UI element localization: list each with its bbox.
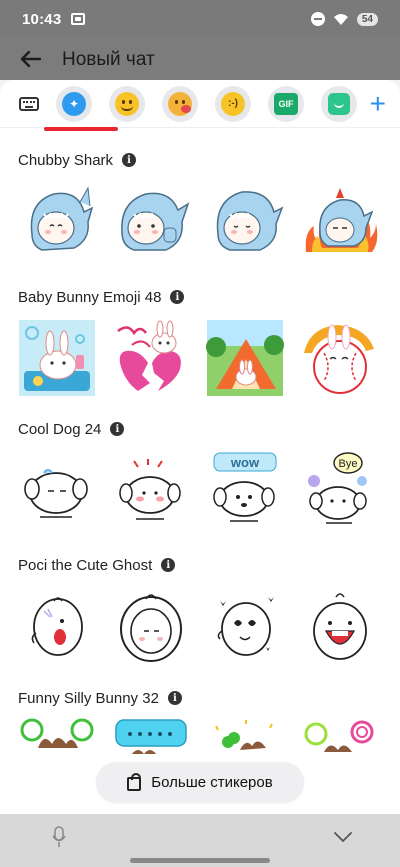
sticker-dog-sweat[interactable] [18, 451, 96, 529]
sticker-bunny-bath[interactable] [18, 319, 96, 397]
pack-title: Chubby Shark [18, 151, 114, 169]
battery-badge: 54 [356, 12, 378, 26]
tab-smile-emoji[interactable] [109, 85, 145, 122]
app-header: Новый чат [0, 38, 400, 80]
pack-header: Chubby Shark i [0, 150, 400, 170]
status-right: 54 [310, 12, 378, 26]
sticker-shark-fire[interactable] [300, 182, 378, 260]
sticker-shark-thumbs-up[interactable] [112, 182, 190, 260]
sticker-silly-bunny-swirl[interactable] [300, 718, 378, 758]
sticker-ghost-love[interactable] [206, 587, 284, 665]
pack-header: Poci the Cute Ghost i [0, 555, 400, 575]
sticker-dog-wow[interactable]: wow [206, 451, 284, 529]
sticker-pack: Funny Silly Bunny 32 i [0, 688, 400, 758]
pack-title: Funny Silly Bunny 32 [18, 689, 159, 707]
pack-header: Funny Silly Bunny 32 i [0, 688, 400, 708]
text-emoji-icon: :-) [221, 91, 245, 116]
more-stickers-label: Больше стикеров [151, 773, 273, 791]
sad-emoji-icon [168, 91, 192, 116]
info-icon[interactable]: i [167, 691, 182, 705]
sticker-row [0, 182, 400, 260]
wifi-icon [333, 14, 348, 25]
sticker-pack: Cool Dog 24 i wow Bye [0, 419, 400, 529]
sticker-ghost-shock[interactable] [18, 587, 96, 665]
sticker-bunny-tent[interactable] [206, 319, 284, 397]
sticker-tab-bar: ✦ :-) GIF + [0, 80, 400, 131]
home-handle[interactable] [130, 858, 270, 863]
status-bar: 10:43 54 [0, 0, 400, 38]
add-sticker-pack-button[interactable]: + [370, 90, 386, 118]
chevron-down-icon[interactable] [334, 830, 352, 844]
sticker-dog-blush[interactable] [112, 451, 190, 529]
pack-header: Baby Bunny Emoji 48 i [0, 287, 400, 307]
sticker-pack: Chubby Shark i [0, 150, 400, 260]
tab-gif[interactable]: GIF [268, 85, 304, 122]
back-button[interactable] [18, 47, 42, 71]
sticker-shark-wave[interactable] [18, 182, 96, 260]
sticker-store-icon: ✦ [62, 91, 86, 116]
sticker-ghost-hood[interactable] [112, 587, 190, 665]
sticker-dog-bye-text: Bye [339, 458, 358, 470]
screenshot-icon [71, 13, 86, 25]
sticker-silly-bunny-bush[interactable] [18, 718, 96, 758]
info-icon[interactable]: i [122, 153, 137, 167]
pack-title: Cool Dog 24 [18, 420, 102, 438]
keyboard-icon [19, 96, 39, 111]
pack-header: Cool Dog 24 i [0, 419, 400, 439]
sticker-row [0, 319, 400, 397]
sticker-dog-wow-text: wow [230, 455, 260, 470]
tab-sticker-store[interactable]: ✦ [56, 85, 92, 122]
tab-text-emoji[interactable]: :-) [215, 85, 251, 122]
tab-keyboard[interactable] [16, 86, 42, 122]
gif-icon: GIF [274, 92, 298, 115]
active-tab-indicator [44, 127, 118, 131]
sticker-silly-bunny-typing[interactable] [112, 718, 190, 758]
custom-sticker-icon [328, 92, 350, 115]
sticker-panel: ✦ :-) GIF + Chubby Shark i Baby Bunny Em… [0, 80, 400, 814]
page-title: Новый чат [62, 49, 155, 70]
tab-sad-emoji[interactable] [162, 85, 198, 122]
keyboard-toolbar [0, 814, 400, 867]
sticker-bunny-broken-heart[interactable] [112, 319, 190, 397]
pack-title: Poci the Cute Ghost [18, 556, 153, 574]
smile-emoji-icon [115, 91, 139, 116]
status-time: 10:43 [22, 10, 62, 28]
info-icon[interactable]: i [161, 558, 176, 572]
pack-title: Baby Bunny Emoji 48 [18, 288, 162, 306]
sticker-pack: Baby Bunny Emoji 48 i [0, 287, 400, 397]
sticker-row [0, 718, 400, 758]
microphone-icon[interactable] [52, 826, 66, 848]
info-icon[interactable]: i [110, 422, 125, 436]
sticker-dog-bye[interactable]: Bye [300, 451, 378, 529]
back-arrow-icon [20, 50, 41, 68]
tab-custom-sticker[interactable] [321, 85, 357, 122]
info-icon[interactable]: i [170, 290, 185, 304]
sticker-silly-bunny-clover[interactable] [206, 718, 284, 758]
sticker-shark-hood[interactable] [206, 182, 284, 260]
sticker-row: wow Bye [0, 451, 400, 529]
sticker-bunny-baseball[interactable] [300, 319, 378, 397]
more-stickers-button[interactable]: Больше стикеров [96, 762, 304, 802]
do-not-disturb-icon [310, 12, 325, 26]
sticker-row [0, 587, 400, 665]
sticker-ghost-laugh[interactable] [300, 587, 378, 665]
shopping-bag-icon [127, 772, 142, 791]
sticker-pack: Poci the Cute Ghost i [0, 555, 400, 665]
